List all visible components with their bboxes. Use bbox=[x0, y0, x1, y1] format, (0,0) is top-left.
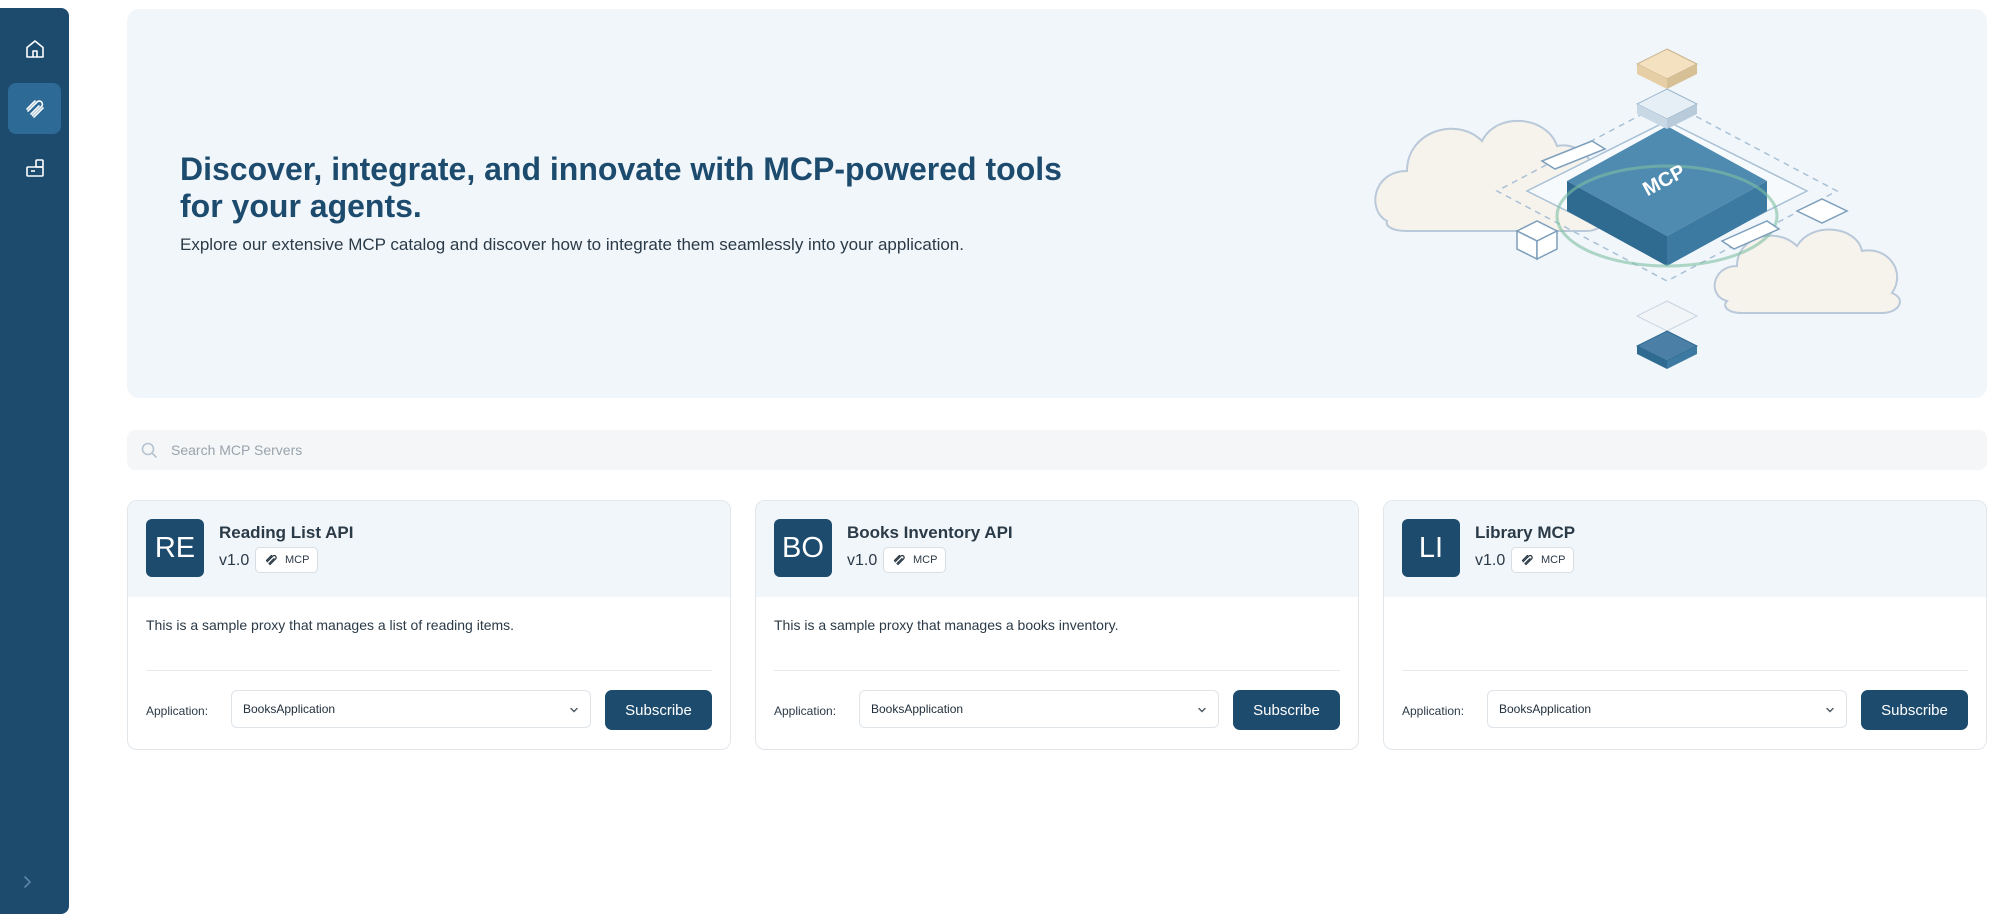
application-select-value: BooksApplication bbox=[1499, 702, 1592, 716]
search-bar bbox=[127, 430, 1987, 470]
tag-label: MCP bbox=[285, 554, 310, 566]
sidebar-item-mcp[interactable] bbox=[8, 83, 61, 134]
hero-title: Discover, integrate, and innovate with M… bbox=[180, 151, 1062, 224]
mcp-card: RE Reading List API v1.0 MCP This is a s… bbox=[127, 500, 731, 750]
mcp-tag: MCP bbox=[883, 547, 947, 573]
card-avatar: BO bbox=[774, 519, 832, 577]
chevron-down-icon bbox=[570, 707, 578, 713]
card-avatar: LI bbox=[1402, 519, 1460, 577]
mcp-card: BO Books Inventory API v1.0 MCP This is … bbox=[755, 500, 1359, 750]
application-select-value: BooksApplication bbox=[243, 702, 336, 716]
card-title[interactable]: Library MCP bbox=[1475, 523, 1575, 543]
sidebar bbox=[0, 8, 69, 914]
card-version: v1.0 bbox=[219, 552, 250, 569]
mcp-icon bbox=[25, 99, 44, 118]
tag-label: MCP bbox=[913, 554, 938, 566]
card-divider bbox=[1402, 670, 1968, 671]
application-label: Application: bbox=[1402, 704, 1465, 718]
card-divider bbox=[774, 670, 1340, 671]
card-header: RE Reading List API v1.0 MCP bbox=[128, 501, 730, 597]
card-title[interactable]: Reading List API bbox=[219, 523, 353, 543]
card-avatar: RE bbox=[146, 519, 204, 577]
application-select[interactable]: BooksApplication bbox=[1487, 690, 1847, 728]
application-label: Application: bbox=[146, 704, 209, 718]
hero-subtitle: Explore our extensive MCP catalog and di… bbox=[180, 235, 964, 254]
applications-icon bbox=[25, 158, 44, 177]
mcp-icon bbox=[1521, 554, 1533, 565]
mcp-tag: MCP bbox=[255, 547, 319, 573]
application-select[interactable]: BooksApplication bbox=[231, 690, 591, 728]
mcp-icon bbox=[893, 554, 905, 565]
mcp-illustration: MCP bbox=[1374, 48, 1901, 369]
mcp-tag: MCP bbox=[1511, 547, 1575, 573]
search-icon bbox=[141, 442, 157, 458]
sidebar-item-home[interactable] bbox=[8, 23, 61, 74]
card-version: v1.0 bbox=[847, 552, 878, 569]
tag-label: MCP bbox=[1541, 554, 1566, 566]
chevron-down-icon bbox=[1826, 707, 1834, 713]
chevron-right-icon[interactable] bbox=[17, 872, 37, 892]
card-header: BO Books Inventory API v1.0 MCP bbox=[756, 501, 1358, 597]
card-title[interactable]: Books Inventory API bbox=[847, 523, 1013, 543]
card-header: LI Library MCP v1.0 MCP bbox=[1384, 501, 1986, 597]
subscribe-button[interactable]: Subscribe bbox=[1861, 690, 1968, 730]
home-icon bbox=[25, 39, 44, 58]
application-select[interactable]: BooksApplication bbox=[859, 690, 1219, 728]
subscribe-button[interactable]: Subscribe bbox=[605, 690, 712, 730]
card-divider bbox=[146, 670, 712, 671]
hero-banner: Discover, integrate, and innovate with M… bbox=[127, 9, 1987, 398]
sidebar-item-applications[interactable] bbox=[8, 142, 61, 193]
application-label: Application: bbox=[774, 704, 837, 718]
card-description: This is a sample proxy that manages a bo… bbox=[774, 617, 1119, 633]
application-select-value: BooksApplication bbox=[871, 702, 964, 716]
card-version: v1.0 bbox=[1475, 552, 1506, 569]
search-input[interactable] bbox=[171, 430, 1951, 470]
mcp-icon bbox=[265, 554, 277, 565]
mcp-card: LI Library MCP v1.0 MCP Application: Boo… bbox=[1383, 500, 1987, 750]
chevron-down-icon bbox=[1198, 707, 1206, 713]
subscribe-button[interactable]: Subscribe bbox=[1233, 690, 1340, 730]
card-description: This is a sample proxy that manages a li… bbox=[146, 617, 515, 633]
